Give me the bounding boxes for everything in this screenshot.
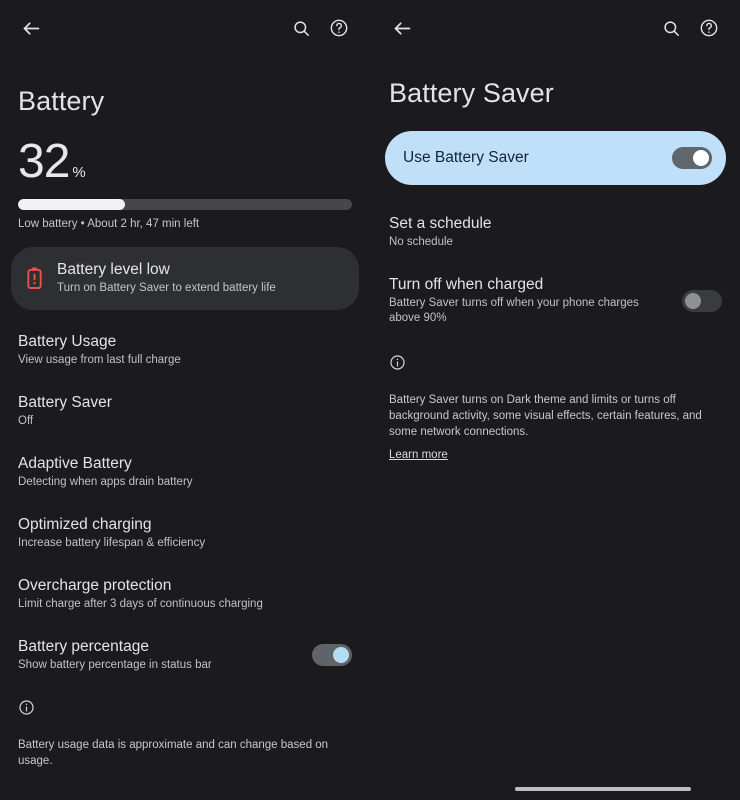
battery-percent-value: 32	[18, 135, 70, 188]
use-battery-saver-toggle[interactable]	[672, 147, 712, 169]
list-item-subtitle: Detecting when apps drain battery	[18, 476, 193, 488]
use-battery-saver-card[interactable]: Use Battery Saver	[385, 131, 726, 185]
toggle-knob	[685, 292, 701, 309]
right-app-bar	[371, 0, 740, 56]
home-gesture-bar[interactable]	[515, 787, 691, 791]
info-circle-icon	[390, 355, 405, 370]
battery-saver-pane: Battery Saver Use Battery Saver Set a sc…	[370, 0, 740, 800]
back-arrow-icon[interactable]	[14, 11, 48, 45]
list-item-subtitle: No schedule	[389, 236, 453, 248]
list-item-text: Overcharge protection Limit charge after …	[18, 576, 352, 612]
learn-more-link[interactable]: Learn more	[371, 449, 466, 461]
list-item-title: Turn off when charged	[389, 276, 544, 293]
list-item-title: Battery Usage	[18, 333, 117, 350]
left-app-bar	[0, 0, 370, 56]
left-footer-info-icon-row	[0, 699, 370, 721]
list-item-battery-saver[interactable]: Battery Saver Off	[0, 380, 370, 441]
help-circle-icon[interactable]	[692, 11, 726, 45]
battery-usage-disclaimer: Battery usage data is approximate and ca…	[18, 739, 329, 767]
list-item-title: Set a schedule	[389, 215, 492, 232]
battery-level-low-title: Battery level low	[57, 261, 170, 278]
list-item-title: Optimized charging	[18, 516, 152, 533]
list-item-title: Overcharge protection	[18, 577, 172, 594]
toggle-knob	[693, 150, 709, 166]
list-item-subtitle: Off	[18, 415, 34, 427]
list-item-subtitle: Battery Saver turns off when your phone …	[389, 297, 639, 324]
list-item-battery-percentage[interactable]: Battery percentage Show battery percentag…	[0, 624, 370, 685]
battery-percent-display: 32 %	[0, 135, 370, 188]
help-circle-icon[interactable]	[322, 11, 356, 45]
list-item-battery-usage[interactable]: Battery Usage View usage from last full c…	[0, 319, 370, 380]
list-item-text: Set a schedule No schedule	[389, 214, 722, 250]
search-icon[interactable]	[654, 11, 688, 45]
list-item-subtitle: Show battery percentage in status bar	[18, 659, 212, 671]
list-item-text: Optimized charging Increase battery lifes…	[18, 515, 352, 551]
list-item-overcharge-protection[interactable]: Overcharge protection Limit charge after …	[0, 563, 370, 624]
list-item-text: Battery Usage View usage from last full c…	[18, 332, 352, 368]
toggle-battery-percentage[interactable]	[312, 644, 352, 666]
list-item-subtitle: Increase battery lifespan & efficiency	[18, 537, 206, 549]
screen: Battery 32 % Low battery • About 2 hr, 4…	[0, 0, 740, 800]
battery-saver-list: Set a schedule No schedule Turn off when c…	[371, 201, 740, 338]
battery-settings-list: Battery Usage View usage from last full c…	[0, 319, 370, 685]
info-circle-icon	[19, 700, 34, 715]
list-item-subtitle: View usage from last full charge	[18, 354, 181, 366]
list-item-set-a-schedule[interactable]: Set a schedule No schedule	[371, 201, 740, 262]
list-item-text: Turn off when charged Battery Saver turns…	[389, 275, 670, 326]
list-item-text: Battery Saver Off	[18, 393, 352, 429]
battery-alert-icon	[25, 266, 44, 290]
right-footer-info-icon-row	[371, 354, 740, 376]
back-arrow-icon[interactable]	[385, 11, 419, 45]
battery-status-caption: Low battery • About 2 hr, 47 min left	[18, 218, 200, 230]
page-title: Battery	[18, 86, 105, 116]
list-item-turn-off-when-charged[interactable]: Turn off when charged Battery Saver turns…	[371, 262, 740, 338]
use-battery-saver-label: Use Battery Saver	[403, 149, 529, 166]
page-title: Battery Saver	[389, 78, 554, 108]
list-item-title: Battery percentage	[18, 638, 149, 655]
list-item-subtitle: Limit charge after 3 days of continuous …	[18, 598, 263, 610]
battery-saver-description: Battery Saver turns on Dark theme and li…	[389, 394, 702, 438]
battery-level-bar-fill	[18, 199, 125, 210]
search-icon[interactable]	[284, 11, 318, 45]
list-item-title: Adaptive Battery	[18, 455, 132, 472]
battery-level-bar	[18, 199, 352, 210]
toggle-turn-off-when-charged[interactable]	[682, 289, 722, 312]
list-item-optimized-charging[interactable]: Optimized charging Increase battery lifes…	[0, 502, 370, 563]
list-item-adaptive-battery[interactable]: Adaptive Battery Detecting when apps drai…	[0, 441, 370, 502]
battery-percent-sign: %	[72, 164, 86, 181]
toggle-knob	[333, 647, 349, 663]
battery-level-low-card[interactable]: Battery level low Turn on Battery Saver …	[11, 247, 359, 310]
list-item-text: Battery percentage Show battery percentag…	[18, 637, 300, 673]
battery-level-low-subtitle: Turn on Battery Saver to extend battery …	[57, 282, 276, 294]
list-item-text: Adaptive Battery Detecting when apps drai…	[18, 454, 352, 490]
list-item-title: Battery Saver	[18, 394, 112, 411]
battery-settings-pane: Battery 32 % Low battery • About 2 hr, 4…	[0, 0, 370, 800]
